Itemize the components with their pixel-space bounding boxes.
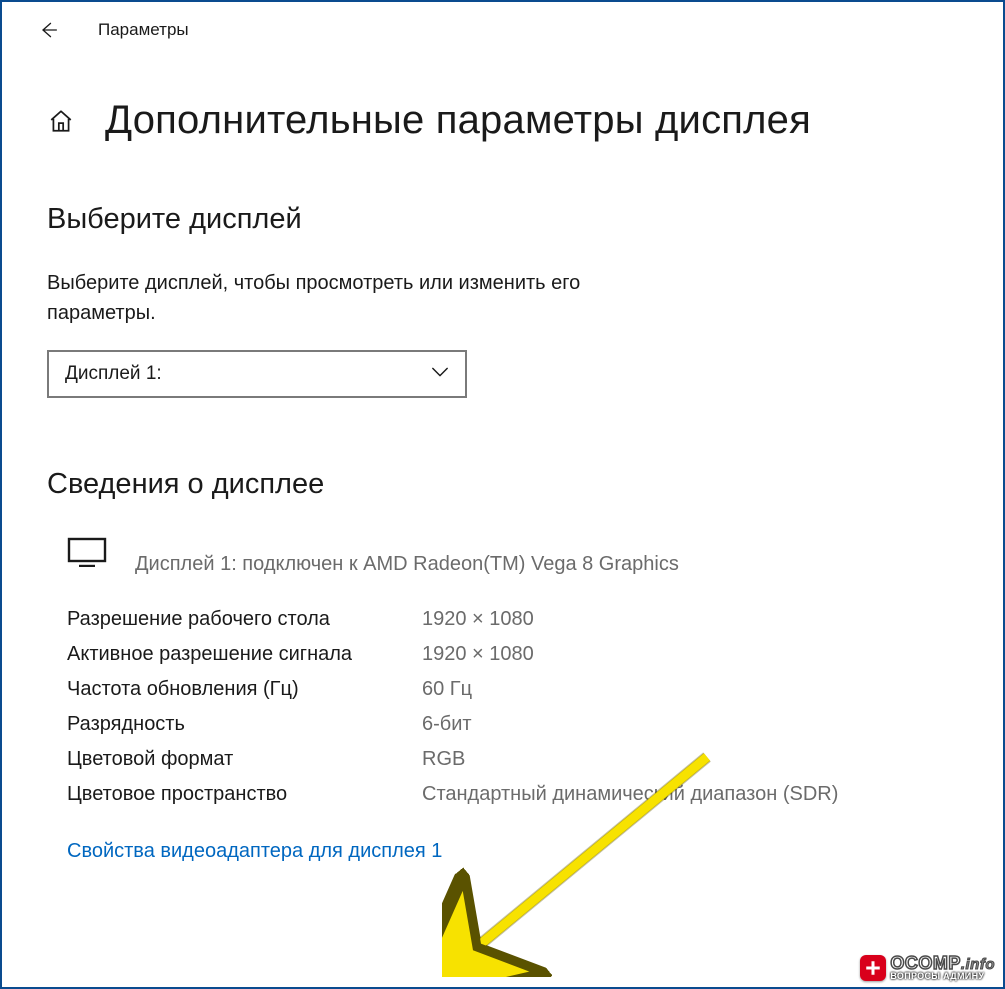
info-label: Цветовой формат	[67, 748, 422, 771]
display-info-heading: Сведения о дисплее	[47, 468, 958, 501]
chevron-down-icon	[431, 365, 449, 383]
info-label: Частота обновления (Гц)	[67, 678, 422, 701]
info-value: 6-бит	[422, 713, 958, 736]
select-display-heading: Выберите дисплей	[47, 203, 958, 236]
info-label: Разрешение рабочего стола	[67, 608, 422, 631]
display-info-table: Разрешение рабочего стола 1920 × 1080 Ак…	[67, 608, 958, 806]
info-value: RGB	[422, 748, 958, 771]
display-dropdown-value: Дисплей 1:	[65, 363, 162, 385]
info-value: 60 Гц	[422, 678, 958, 701]
watermark: OCOMP.info ВОПРОСЫ АДМИНУ	[860, 954, 995, 981]
select-display-description: Выберите дисплей, чтобы просмотреть или …	[47, 268, 607, 328]
home-icon[interactable]	[47, 107, 75, 135]
display-dropdown[interactable]: Дисплей 1:	[47, 350, 467, 398]
monitor-icon	[67, 537, 107, 576]
info-value: Стандартный динамический диапазон (SDR)	[422, 783, 958, 806]
info-label: Разрядность	[67, 713, 422, 736]
info-value: 1920 × 1080	[422, 643, 958, 666]
display-connected-text: Дисплей 1: подключен к AMD Radeon(TM) Ve…	[135, 553, 679, 576]
back-button[interactable]	[38, 20, 58, 40]
info-value: 1920 × 1080	[422, 608, 958, 631]
info-label: Цветовое пространство	[67, 783, 422, 806]
page-title: Дополнительные параметры дисплея	[105, 98, 811, 143]
info-label: Активное разрешение сигнала	[67, 643, 422, 666]
adapter-properties-link[interactable]: Свойства видеоадаптера для дисплея 1	[67, 840, 442, 863]
app-name: Параметры	[98, 20, 189, 40]
